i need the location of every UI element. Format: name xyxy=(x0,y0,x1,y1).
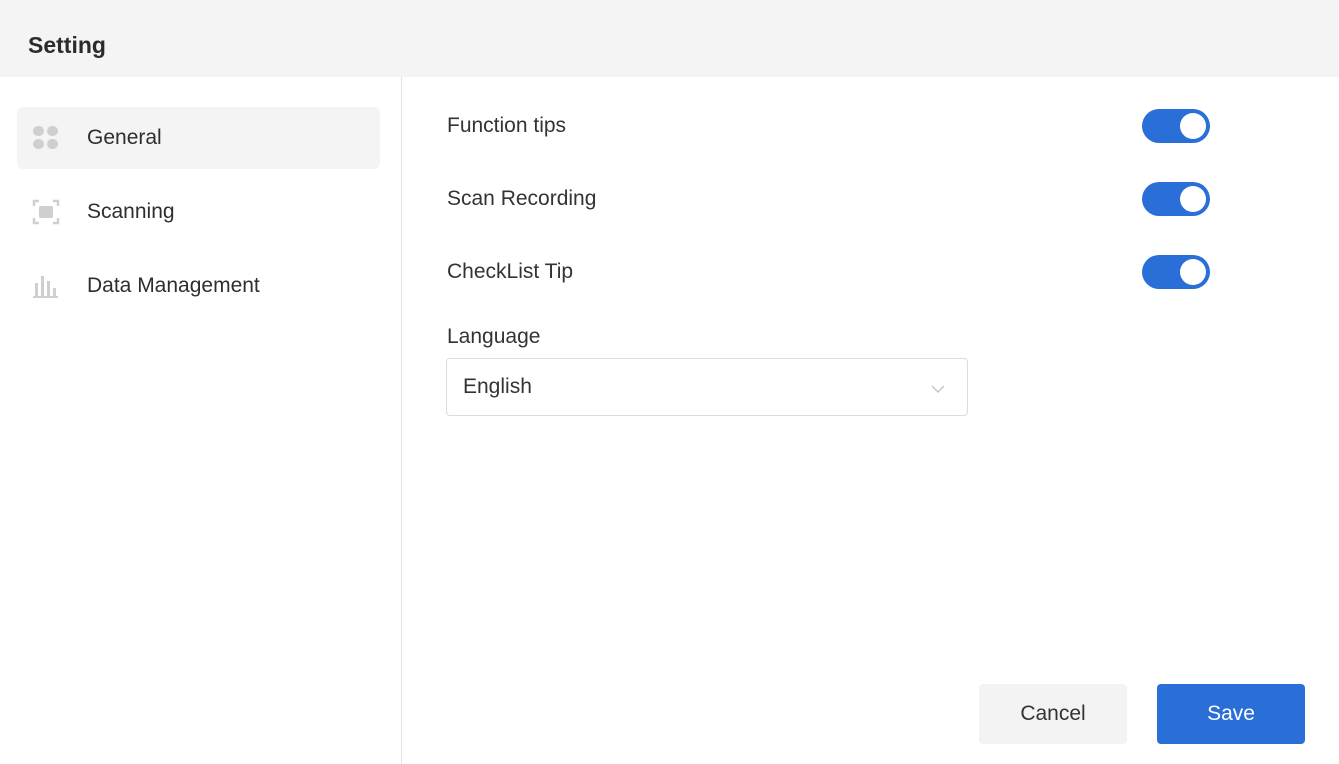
page-title: Setting xyxy=(28,32,106,58)
chevron-down-icon xyxy=(931,381,945,393)
sidebar-item-scanning[interactable]: Scanning xyxy=(17,181,380,243)
function-tips-toggle[interactable] xyxy=(1142,109,1210,143)
toggle-knob xyxy=(1180,186,1206,212)
toggle-knob xyxy=(1180,113,1206,139)
function-tips-label: Function tips xyxy=(447,114,567,137)
sidebar-item-general[interactable]: General xyxy=(17,107,380,169)
sidebar: General Scanning Data Management xyxy=(0,77,402,764)
bar-chart-icon xyxy=(31,271,61,301)
language-label: Language xyxy=(447,325,541,348)
checklist-tip-label: CheckList Tip xyxy=(447,260,574,283)
settings-header: Setting xyxy=(0,0,1339,77)
sidebar-item-data-management[interactable]: Data Management xyxy=(17,255,380,317)
language-select[interactable]: English xyxy=(446,358,968,416)
scan-recording-label: Scan Recording xyxy=(447,187,597,210)
scan-frame-icon xyxy=(31,197,61,227)
sidebar-item-label: General xyxy=(87,126,162,149)
language-select-value: English xyxy=(463,375,532,398)
sidebar-item-label: Scanning xyxy=(87,200,175,223)
save-button[interactable]: Save xyxy=(1157,684,1305,744)
checklist-tip-toggle[interactable] xyxy=(1142,255,1210,289)
settings-content: Function tips Scan Recording CheckList T… xyxy=(402,77,1339,764)
toggle-knob xyxy=(1180,259,1206,285)
sidebar-item-label: Data Management xyxy=(87,274,260,297)
scan-recording-toggle[interactable] xyxy=(1142,182,1210,216)
grid-icon xyxy=(31,123,61,153)
cancel-button[interactable]: Cancel xyxy=(979,684,1127,744)
